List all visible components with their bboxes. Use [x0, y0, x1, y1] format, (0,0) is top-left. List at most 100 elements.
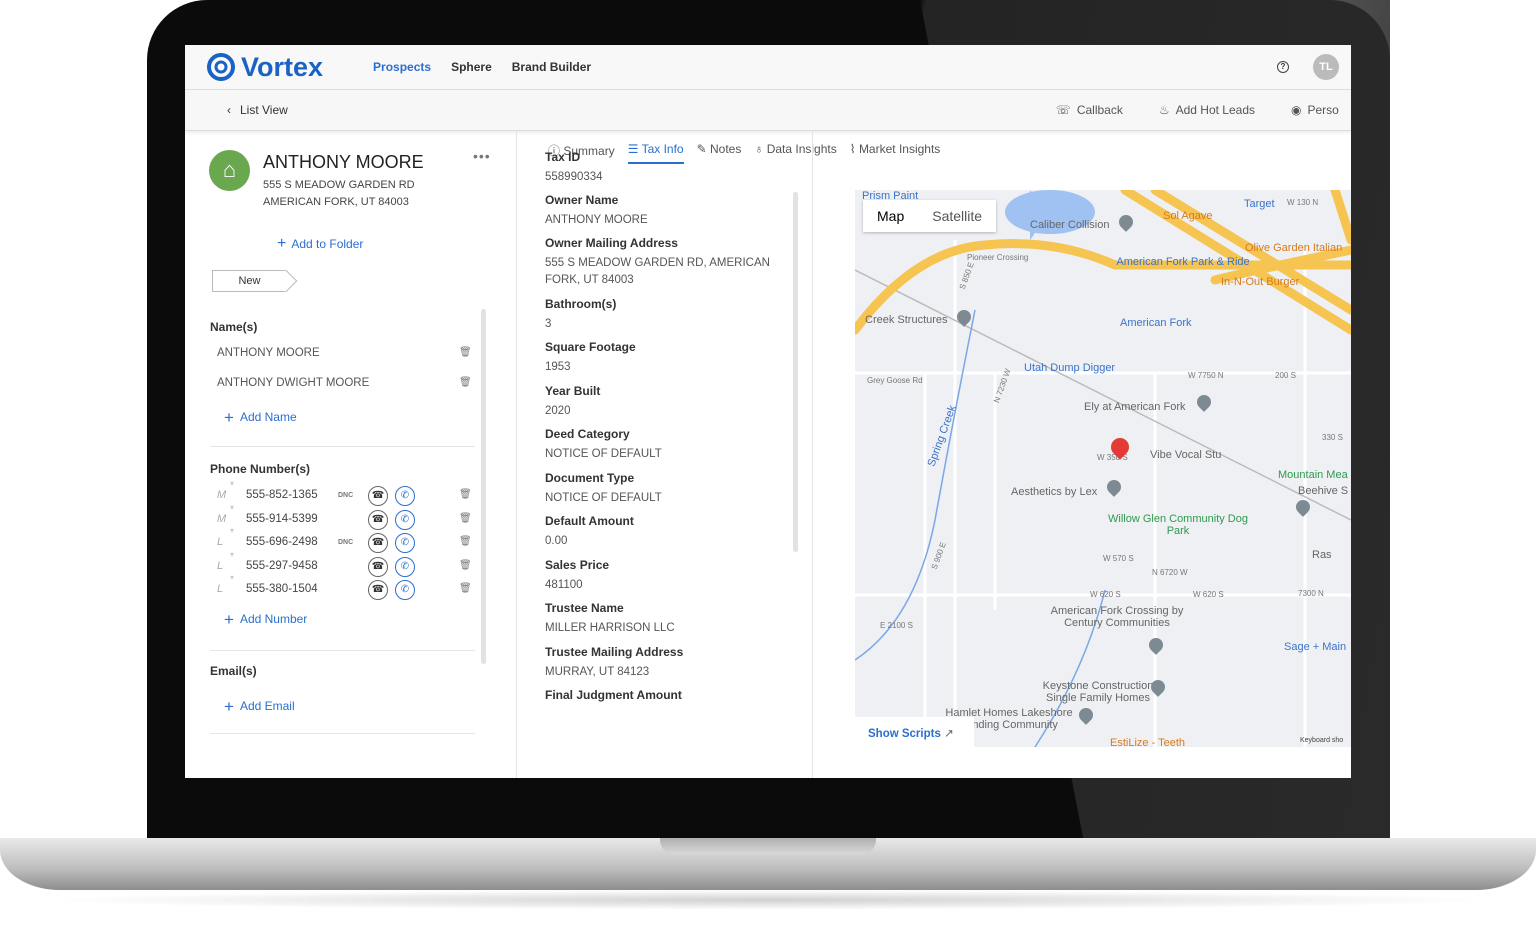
add-name-label: Add Name [239, 410, 297, 424]
map-label[interactable]: Ely at American Fork [1084, 401, 1185, 413]
nav-prospects[interactable]: Prospects [373, 60, 431, 74]
call-icon[interactable]: ✆ [395, 486, 415, 506]
prospect-address: 555 S MEADOW GARDEN RD AMERICAN FORK, UT … [263, 177, 415, 211]
tax-info-scrollbar[interactable] [793, 192, 798, 552]
tab-market-insights[interactable]: ⌇ Market Insights [850, 142, 941, 164]
left-scrollbar[interactable] [481, 309, 486, 664]
voicemail-drop-icon[interactable]: ☎ [368, 580, 388, 600]
voicemail-drop-icon[interactable]: ☎ [368, 486, 388, 506]
list-view-back-button[interactable]: ‹ List View [227, 103, 288, 117]
map-label[interactable]: Caliber Collision [1030, 219, 1109, 231]
map-label[interactable]: 330 S [1322, 432, 1343, 444]
map-label[interactable]: Utah Dump Digger [1024, 362, 1115, 374]
map-label[interactable]: In-N-Out Burger [1221, 276, 1299, 288]
call-icon[interactable]: ✆ [395, 533, 415, 553]
map-label[interactable]: Creek Structures [865, 314, 948, 326]
map-label[interactable]: Target [1244, 198, 1275, 210]
status-tag[interactable]: New [212, 270, 286, 292]
nav-sphere[interactable]: Sphere [451, 60, 492, 74]
map-label[interactable]: W 620 S [1193, 589, 1224, 601]
map-label[interactable]: Keystone Construction Single Family Home… [1028, 680, 1168, 704]
dropdown-caret-icon[interactable]: ▾ [230, 550, 234, 559]
map-label[interactable]: 200 S [1275, 370, 1296, 382]
map-label[interactable]: Sol Agave [1163, 210, 1213, 222]
trash-icon[interactable]: 🗑 [459, 347, 472, 358]
call-icon[interactable]: ✆ [395, 556, 415, 577]
voicemail-drop-icon[interactable]: ☎ [368, 509, 388, 530]
map-type-satellite[interactable]: Satellite [918, 200, 996, 232]
divider [210, 733, 475, 734]
call-icon[interactable]: ✆ [395, 580, 415, 600]
property-map[interactable]: Map Satellite Prism Paint Caliber Collisi… [855, 190, 1351, 747]
tax-field: Year Built 2020 [545, 384, 770, 420]
dropdown-caret-icon[interactable]: ▾ [230, 526, 234, 535]
map-label[interactable]: 7300 N [1298, 588, 1324, 600]
trash-icon[interactable]: 🗑 [459, 560, 472, 571]
phone-type[interactable]: L [217, 583, 223, 595]
show-scripts-label: Show Scripts [868, 728, 941, 740]
phone-type[interactable]: M [217, 513, 226, 525]
map-label[interactable]: American Fork Park & Ride [1113, 256, 1253, 268]
dropdown-caret-icon[interactable]: ▾ [230, 503, 234, 512]
dropdown-caret-icon[interactable]: ▾ [230, 479, 234, 488]
nav-brand-builder[interactable]: Brand Builder [512, 60, 591, 74]
help-icon[interactable]: ? [1277, 61, 1289, 73]
voicemail-drop-icon[interactable]: ☎ [368, 533, 388, 553]
add-hot-leads-button[interactable]: ♨ Add Hot Leads [1159, 103, 1255, 117]
map-label[interactable]: N 6720 W [1152, 567, 1188, 579]
map-label[interactable]: W 130 N [1287, 197, 1318, 209]
brand-name: Vortex [241, 51, 324, 82]
voicemail-drop-icon[interactable]: ☎ [368, 556, 388, 577]
add-email-button[interactable]: + Add Email [224, 697, 295, 717]
map-label[interactable]: Beehive S [1298, 485, 1348, 497]
map-label[interactable]: Mountain Mea [1278, 469, 1348, 481]
phones-section: Phone Number(s) M ▾ 555-852-1365 DNC ☎ ✆… [210, 462, 475, 651]
phone-type[interactable]: M [217, 489, 226, 501]
map-label[interactable]: American Fork [1120, 317, 1192, 329]
map-label[interactable]: W 7750 N [1188, 370, 1224, 382]
more-options-icon[interactable]: ••• [473, 148, 491, 164]
map-label[interactable]: EstiLize - Teeth [1110, 737, 1185, 747]
map-label[interactable]: E 2100 S [880, 620, 913, 632]
map-label[interactable]: American Fork Crossing by Century Commun… [1047, 605, 1187, 629]
tax-field-label: Document Type [545, 471, 635, 485]
add-to-folder-button[interactable]: + Add to Folder [277, 235, 363, 253]
trash-icon[interactable]: 🗑 [459, 583, 472, 594]
add-number-label: Add Number [239, 612, 308, 626]
user-avatar[interactable]: TL [1313, 54, 1339, 80]
sub-toolbar: ‹ List View ☏ Callback ♨ Add Hot Leads ◉ Per… [185, 90, 1351, 131]
phones-heading: Phone Number(s) [210, 462, 311, 476]
tax-field-label: Deed Category [545, 427, 630, 441]
map-label[interactable]: W 570 S [1103, 553, 1134, 565]
map-label[interactable]: Ras [1312, 549, 1332, 561]
personal-button[interactable]: ◉ Perso [1291, 103, 1351, 117]
add-name-button[interactable]: + Add Name [224, 408, 297, 428]
trash-icon[interactable]: 🗑 [459, 377, 472, 388]
call-icon[interactable]: ✆ [395, 509, 415, 530]
dropdown-caret-icon[interactable]: ▾ [230, 573, 234, 582]
map-label[interactable]: Olive Garden Italian [1245, 242, 1342, 254]
keyboard-shortcuts-link[interactable]: Keyboard sho [1300, 735, 1343, 747]
map-type-map[interactable]: Map [863, 200, 918, 232]
external-link-icon: ↗ [944, 728, 954, 740]
map-label[interactable]: Sage + Main [1284, 641, 1346, 653]
map-label[interactable]: Vibe Vocal Stu [1150, 449, 1221, 461]
map-label[interactable]: Aesthetics by Lex [1011, 486, 1097, 498]
map-label[interactable]: Willow Glen Community Dog Park [1108, 513, 1248, 537]
back-label: List View [240, 103, 288, 117]
phone-type[interactable]: L [217, 536, 223, 548]
trash-icon[interactable]: 🗑 [459, 536, 472, 547]
vortex-logo[interactable]: Vortex [205, 51, 323, 83]
emails-heading: Email(s) [210, 664, 257, 678]
map-label[interactable]: Grey Goose Rd [867, 375, 923, 387]
callback-button[interactable]: ☏ Callback [1056, 103, 1123, 117]
trash-icon[interactable]: 🗑 [459, 513, 472, 524]
map-label[interactable]: Prism Paint [862, 190, 918, 202]
map-label[interactable]: W 620 S [1090, 589, 1121, 601]
chevron-left-icon: ‹ [227, 103, 231, 117]
show-scripts-button[interactable]: Show Scripts ↗ [852, 717, 974, 747]
map-label[interactable]: Pioneer Crossing [967, 252, 1028, 264]
trash-icon[interactable]: 🗑 [459, 489, 472, 500]
phone-type[interactable]: L [217, 560, 223, 572]
add-number-button[interactable]: + Add Number [224, 610, 307, 630]
